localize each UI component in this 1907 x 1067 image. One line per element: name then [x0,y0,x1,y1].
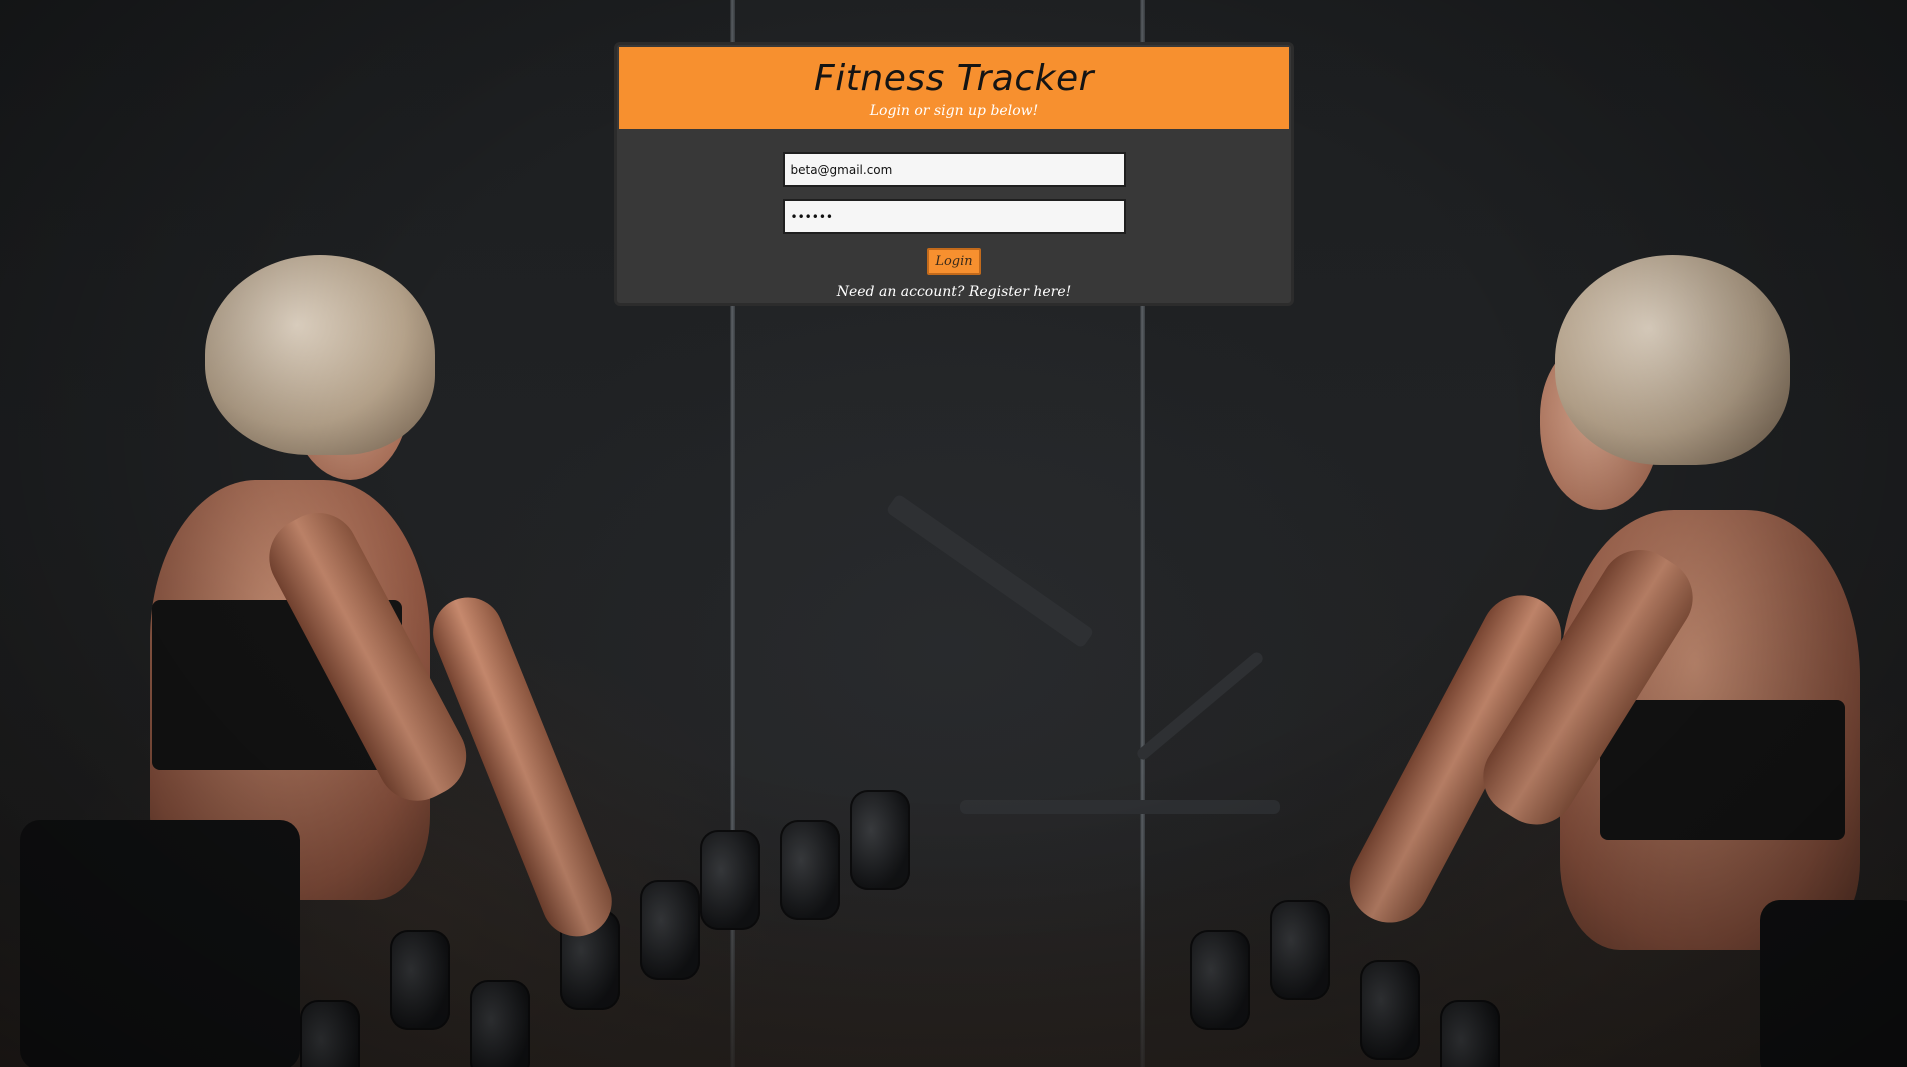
login-card: Fitness Tracker Login or sign up below! … [614,42,1294,306]
register-link[interactable]: Need an account? Register here! [617,284,1291,300]
app-subtitle: Login or sign up below! [869,103,1039,119]
app-title: Fitness Tracker [814,58,1094,99]
email-field[interactable] [782,152,1126,187]
login-form: Login Need an account? Register here! [617,131,1291,300]
login-button[interactable]: Login [927,248,981,275]
card-header: Fitness Tracker Login or sign up below! [619,47,1289,129]
password-field[interactable] [782,199,1126,234]
